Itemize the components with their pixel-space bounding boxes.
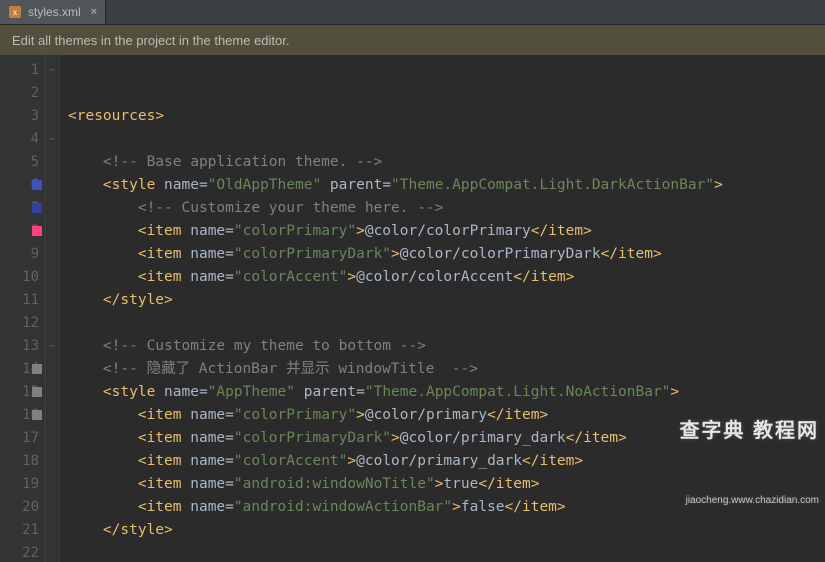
fold-marker[interactable]: − — [46, 335, 59, 358]
line-number[interactable]: 22 — [0, 542, 39, 562]
fold-marker[interactable] — [46, 450, 59, 473]
code-line[interactable]: <resources> — [68, 105, 825, 128]
line-number[interactable]: 13 — [0, 335, 39, 358]
fold-marker[interactable] — [46, 473, 59, 496]
code-line[interactable]: <!-- Customize my theme to bottom --> — [68, 335, 825, 358]
code-line[interactable]: <!-- Customize your theme here. --> — [68, 197, 825, 220]
code-line[interactable]: <item name="colorAccent">@color/colorAcc… — [68, 266, 825, 289]
code-line[interactable] — [68, 542, 825, 562]
svg-text:x: x — [13, 8, 17, 17]
fold-marker[interactable]: − — [46, 59, 59, 82]
fold-marker[interactable] — [46, 312, 59, 335]
fold-marker[interactable] — [46, 266, 59, 289]
code-line[interactable]: <item name="colorPrimaryDark">@color/col… — [68, 243, 825, 266]
gutter-color-swatch[interactable] — [32, 364, 42, 374]
fold-marker[interactable] — [46, 174, 59, 197]
line-number[interactable]: 19 — [0, 473, 39, 496]
fold-marker[interactable] — [46, 427, 59, 450]
hint-bar[interactable]: Edit all themes in the project in the th… — [0, 25, 825, 55]
close-icon[interactable]: × — [91, 6, 97, 18]
line-number[interactable]: 16 — [0, 404, 39, 427]
line-number[interactable]: 14 — [0, 358, 39, 381]
fold-marker[interactable] — [46, 381, 59, 404]
gutter-color-swatch[interactable] — [32, 180, 42, 190]
fold-marker[interactable] — [46, 519, 59, 542]
code-line[interactable]: <item name="colorPrimaryDark">@color/pri… — [68, 427, 825, 450]
line-number-gutter[interactable]: 12345678910111213141516171819202122 — [0, 55, 46, 562]
gutter-color-swatch[interactable] — [32, 387, 42, 397]
code-line[interactable]: <!-- Base application theme. --> — [68, 151, 825, 174]
code-line[interactable]: <style name="AppTheme" parent="Theme.App… — [68, 381, 825, 404]
line-number[interactable]: 1 — [0, 59, 39, 82]
code-line[interactable]: <item name="colorPrimary">@color/primary… — [68, 404, 825, 427]
line-number[interactable]: 6 — [0, 174, 39, 197]
fold-marker[interactable] — [46, 197, 59, 220]
hint-message: Edit all themes in the project in the th… — [12, 33, 290, 48]
line-number[interactable]: 5 — [0, 151, 39, 174]
fold-marker[interactable] — [46, 542, 59, 562]
line-number[interactable]: 4 — [0, 128, 39, 151]
fold-marker[interactable] — [46, 105, 59, 128]
code-line[interactable] — [68, 128, 825, 151]
fold-marker[interactable] — [46, 220, 59, 243]
code-line[interactable]: <item name="android:windowActionBar">fal… — [68, 496, 825, 519]
line-number[interactable]: 11 — [0, 289, 39, 312]
file-tab[interactable]: x styles.xml × — [0, 0, 106, 24]
line-number[interactable]: 10 — [0, 266, 39, 289]
code-line[interactable]: <item name="colorPrimary">@color/colorPr… — [68, 220, 825, 243]
fold-marker[interactable] — [46, 243, 59, 266]
line-number[interactable]: 18 — [0, 450, 39, 473]
line-number[interactable]: 2 — [0, 82, 39, 105]
fold-marker[interactable] — [46, 289, 59, 312]
gutter-color-swatch[interactable] — [32, 410, 42, 420]
code-line[interactable]: <item name="android:windowNoTitle">true<… — [68, 473, 825, 496]
tab-bar: x styles.xml × — [0, 0, 825, 25]
fold-marker[interactable] — [46, 82, 59, 105]
line-number[interactable]: 8 — [0, 220, 39, 243]
code-line[interactable]: </style> — [68, 289, 825, 312]
fold-marker[interactable] — [46, 358, 59, 381]
fold-marker[interactable] — [46, 404, 59, 427]
code-line[interactable]: <item name="colorAccent">@color/primary_… — [68, 450, 825, 473]
line-number[interactable]: 9 — [0, 243, 39, 266]
line-number[interactable]: 15 — [0, 381, 39, 404]
gutter-color-swatch[interactable] — [32, 203, 42, 213]
code-line[interactable]: <!-- 隐藏了 ActionBar 并显示 windowTitle --> — [68, 358, 825, 381]
editor-area: 12345678910111213141516171819202122 −−− … — [0, 55, 825, 562]
line-number[interactable]: 21 — [0, 519, 39, 542]
code-line[interactable]: </style> — [68, 519, 825, 542]
line-number[interactable]: 12 — [0, 312, 39, 335]
code-editor[interactable]: <resources> <!-- Base application theme.… — [60, 55, 825, 562]
line-number[interactable]: 20 — [0, 496, 39, 519]
fold-column[interactable]: − − − — [46, 55, 60, 562]
fold-marker[interactable] — [46, 496, 59, 519]
tab-filename: styles.xml — [28, 5, 81, 19]
fold-marker[interactable] — [46, 151, 59, 174]
fold-marker[interactable]: − — [46, 128, 59, 151]
line-number[interactable]: 17 — [0, 427, 39, 450]
xml-file-icon: x — [8, 5, 22, 19]
gutter-color-swatch[interactable] — [32, 226, 42, 236]
line-number[interactable]: 7 — [0, 197, 39, 220]
code-line[interactable]: <style name="OldAppTheme" parent="Theme.… — [68, 174, 825, 197]
code-line[interactable] — [68, 312, 825, 335]
line-number[interactable]: 3 — [0, 105, 39, 128]
